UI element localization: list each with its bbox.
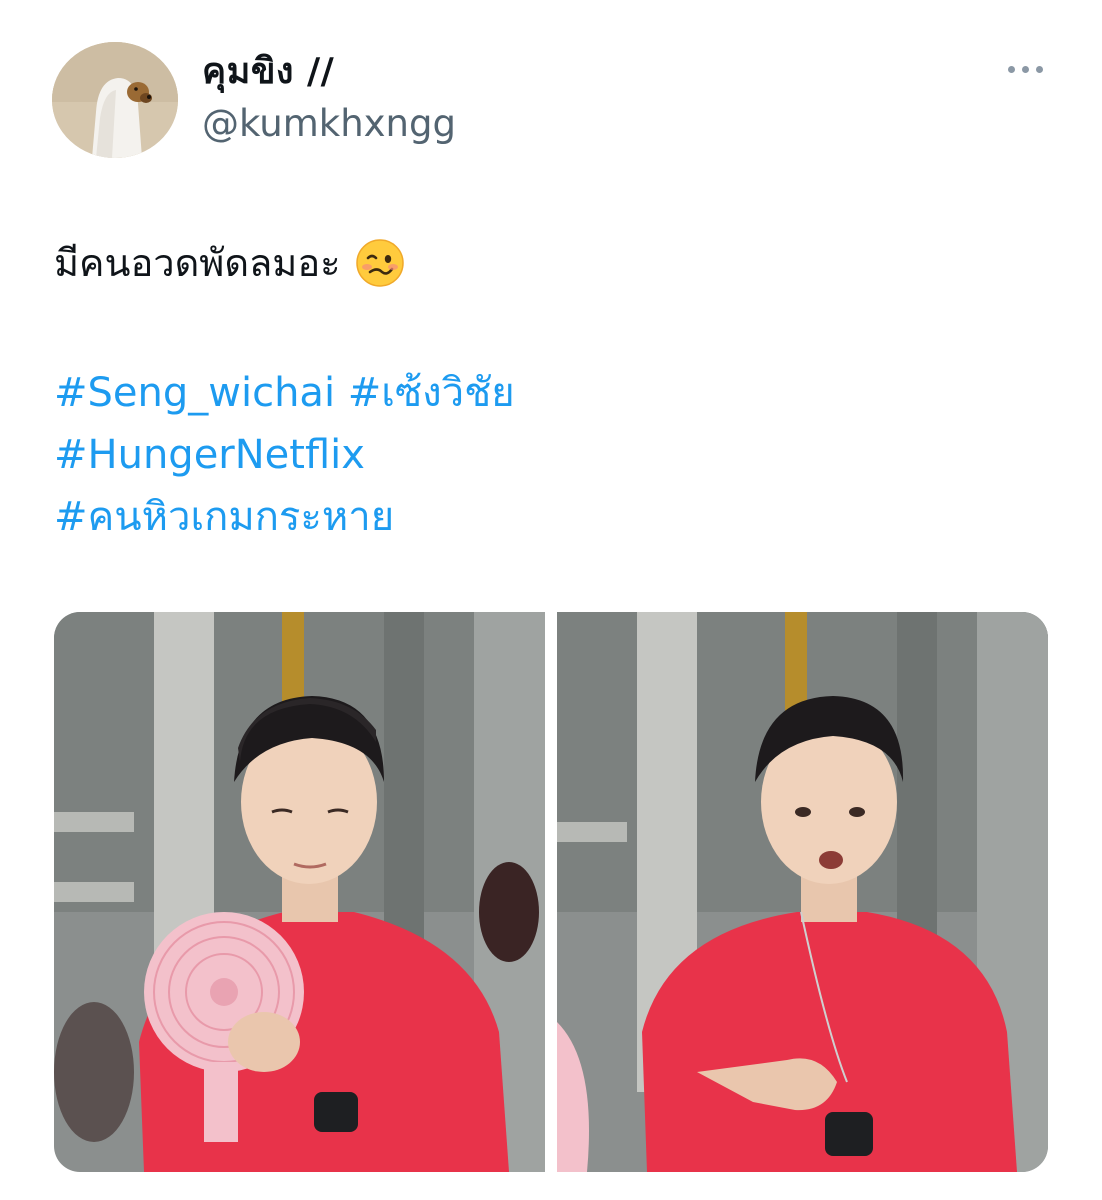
hashtag-link[interactable]: #เซ้งวิชัย [348,370,515,416]
hashtag-link[interactable]: #Seng_wichai [54,370,335,416]
media-photo-1[interactable] [54,612,545,1172]
more-options-button[interactable] [996,54,1054,84]
man-pointing-at-fan-photo-icon [557,612,1048,1172]
ghost-dog-avatar-icon [52,42,178,158]
more-dot-icon [1021,65,1029,73]
tweet-text: มีคนอวดพัดลมอะ [54,236,405,290]
hashtag-line: #Seng_wichai #เซ้งวิชัย [54,362,954,424]
woozy-face-emoji-icon [355,238,405,288]
hashtag-block: #Seng_wichai #เซ้งวิชัย #HungerNetflix #… [54,362,954,548]
author-display-name[interactable]: คุมขิง // [202,50,334,94]
media-grid [54,612,1048,1172]
more-dot-icon [1035,65,1043,73]
hashtag-line: #HungerNetflix [54,424,954,486]
author-avatar[interactable] [52,42,178,158]
tweet-body: มีคนอวดพัดลมอะ [54,241,341,285]
hashtag-link[interactable]: #HungerNetflix [54,432,365,478]
author-handle[interactable]: @kumkhxngg [202,102,456,146]
man-holding-pink-fan-photo-icon [54,612,545,1172]
hashtag-line: #คนหิวเกมกระหาย [54,486,954,548]
media-photo-2[interactable] [557,612,1048,1172]
hashtag-link[interactable]: #คนหิวเกมกระหาย [54,494,394,540]
more-dot-icon [1007,65,1015,73]
